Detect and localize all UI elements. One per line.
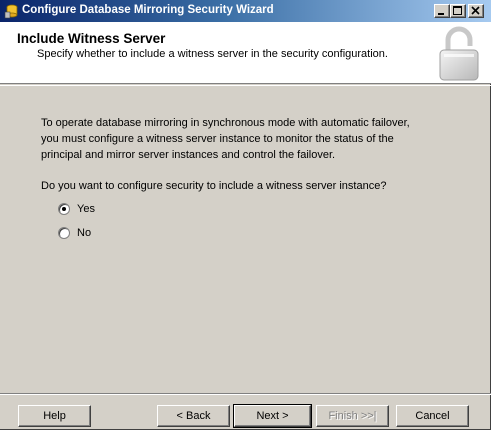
header-divider [0, 85, 491, 86]
help-button[interactable]: Help [18, 405, 91, 427]
database-wizard-icon [4, 4, 18, 19]
page-title: Include Witness Server [17, 31, 166, 46]
maximize-icon [453, 6, 462, 15]
next-button[interactable]: Next > [233, 404, 312, 428]
wizard-header: Include Witness Server Specify whether t… [0, 22, 491, 84]
no-option[interactable]: No [58, 227, 91, 239]
finish-button[interactable]: Finish >>| [316, 405, 389, 427]
padlock-icon [439, 26, 479, 81]
no-label[interactable]: No [77, 227, 91, 239]
maximize-button[interactable] [450, 4, 466, 18]
close-button[interactable] [468, 4, 484, 18]
footer-divider-highlight [0, 394, 491, 395]
wizard-window: Configure Database Mirroring Security Wi… [0, 0, 491, 430]
page-subtitle: Specify whether to include a witness ser… [37, 48, 388, 60]
minimize-icon [438, 13, 444, 15]
no-radio[interactable] [58, 227, 70, 239]
yes-radio[interactable] [58, 203, 70, 215]
close-icon [471, 6, 480, 15]
back-button[interactable]: < Back [157, 405, 230, 427]
title-bar[interactable]: Configure Database Mirroring Security Wi… [0, 0, 491, 22]
question-text: Do you want to configure security to inc… [41, 180, 387, 192]
intro-text: To operate database mirroring in synchro… [41, 117, 410, 161]
cancel-button[interactable]: Cancel [396, 405, 469, 427]
yes-label[interactable]: Yes [77, 203, 95, 215]
window-title: Configure Database Mirroring Security Wi… [22, 4, 274, 16]
minimize-button[interactable] [434, 4, 450, 18]
yes-option[interactable]: Yes [58, 203, 95, 215]
